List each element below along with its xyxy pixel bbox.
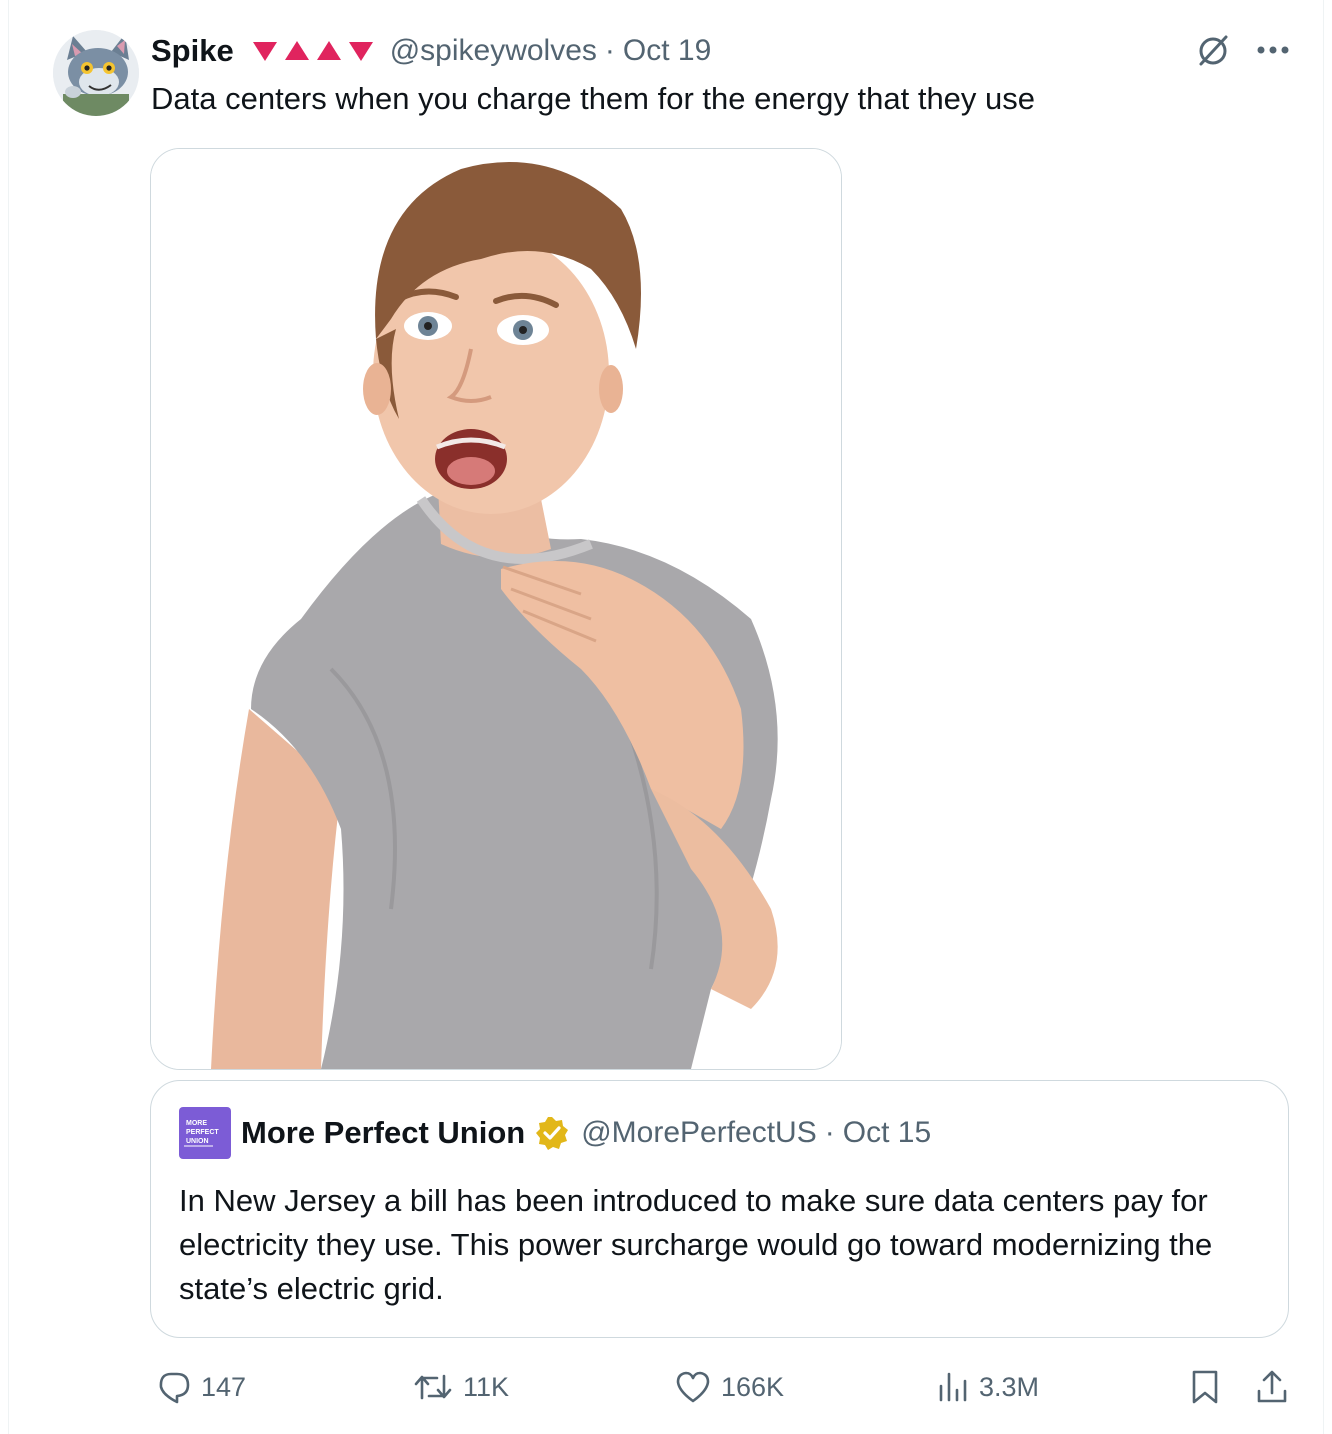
post-text: Data centers when you charge them for th… <box>151 81 1036 116</box>
post-header: Spike @spikeywolves · Oct 19 <box>151 30 711 72</box>
quote-text: In New Jersey a bill has been introduced… <box>179 1183 1213 1306</box>
name-flair <box>252 40 374 62</box>
surprised-woman-photo <box>151 149 841 1069</box>
quote-header: MORE PERFECT UNION More Perfect Union @M… <box>179 1107 931 1159</box>
like-count: 166K <box>721 1371 785 1402</box>
quote-author-avatar[interactable]: MORE PERFECT UNION <box>179 1107 231 1159</box>
author-display-name[interactable]: Spike <box>151 33 234 69</box>
reply-count: 147 <box>201 1371 247 1402</box>
post-top-icons <box>1195 32 1289 68</box>
more-dots-icon[interactable] <box>1257 45 1289 55</box>
post-date[interactable]: Oct 19 <box>623 34 711 68</box>
share-upload-icon <box>1257 1370 1287 1403</box>
quote-date[interactable]: Oct 15 <box>843 1116 931 1150</box>
post-container: Spike @spikeywolves · Oct 19 Data center… <box>8 0 1324 1434</box>
heart-icon <box>676 1371 710 1403</box>
up-triangle-icon <box>284 41 309 60</box>
quote-author-display-name[interactable]: More Perfect Union <box>241 1115 525 1151</box>
more-perfect-union-logo: MORE PERFECT UNION <box>179 1107 231 1159</box>
reply-bubble-icon <box>159 1372 190 1404</box>
wolf-avatar-image <box>53 30 139 116</box>
repost-count: 11K <box>463 1371 510 1402</box>
logo-line-2: PERFECT <box>186 1129 219 1136</box>
verified-badge-icon <box>536 1117 569 1150</box>
action-bar: 147 11K 166K 3.3M <box>151 1362 1291 1412</box>
down-triangle-icon <box>348 42 373 61</box>
views-chart-icon <box>939 1372 967 1402</box>
like-button[interactable]: 166K <box>675 1362 784 1412</box>
up-triangle-icon <box>316 41 341 60</box>
author-avatar[interactable] <box>53 30 139 116</box>
logo-line-1: MORE <box>186 1120 207 1127</box>
post-media-image[interactable] <box>150 148 842 1070</box>
grok-slash-icon[interactable] <box>1195 32 1231 68</box>
author-handle[interactable]: @spikeywolves <box>390 34 597 68</box>
quote-tweet-card[interactable]: MORE PERFECT UNION More Perfect Union @M… <box>150 1080 1289 1338</box>
reply-button[interactable]: 147 <box>157 1362 246 1412</box>
repost-button[interactable]: 11K <box>413 1362 509 1412</box>
bookmark-icon <box>1192 1370 1218 1404</box>
repost-icon <box>414 1374 452 1400</box>
bookmark-button[interactable] <box>1189 1362 1221 1412</box>
quote-separator-dot: · <box>824 1116 835 1149</box>
share-button[interactable] <box>1255 1362 1289 1412</box>
quote-author-handle[interactable]: @MorePerfectUS <box>581 1116 817 1150</box>
separator-dot: · <box>604 34 615 67</box>
down-triangle-icon <box>252 42 277 61</box>
views-button[interactable]: 3.3M <box>937 1362 1039 1412</box>
logo-line-3: UNION <box>186 1138 209 1145</box>
views-count: 3.3M <box>979 1371 1040 1402</box>
